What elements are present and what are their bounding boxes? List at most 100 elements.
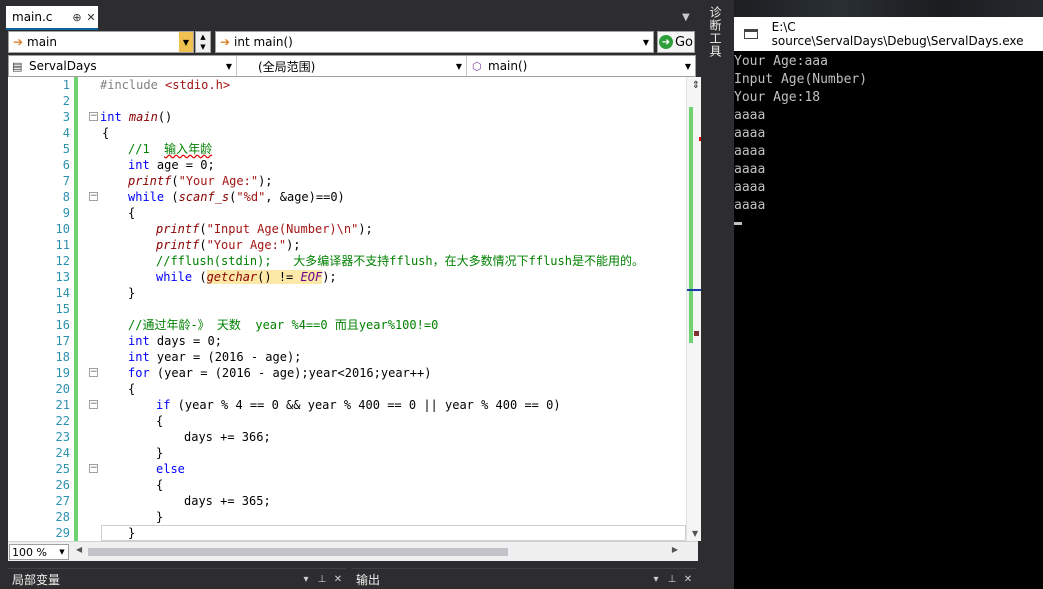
console-title: E:\C source\ServalDays\Debug\ServalDays.… bbox=[771, 20, 1024, 48]
keyword: int bbox=[100, 110, 122, 124]
tab-overflow-icon[interactable]: ▼ bbox=[682, 12, 690, 23]
project-dropdown[interactable]: ▤ ServalDays ▼ bbox=[9, 56, 237, 76]
panel-menu-icon[interactable]: ▾ bbox=[298, 574, 314, 585]
line-number: 13 bbox=[55, 270, 70, 284]
code-line-16: //通过年龄-》 天数 year %4==0 而且year%100!=0 bbox=[128, 318, 439, 332]
code-text: ( bbox=[199, 238, 207, 252]
code-editor[interactable]: 1 2 3 4 5 6 7 8 9 10 11 12 13 14 15 16 17 18 19 20 21 22 23 24 2… bbox=[8, 77, 705, 541]
line-number: 17 bbox=[55, 334, 70, 348]
line-number: 27 bbox=[55, 494, 70, 508]
change-indicator bbox=[74, 77, 78, 541]
code-line-19: for (year = (2016 - age);year<2016;year+… bbox=[128, 365, 431, 381]
line-number: 14 bbox=[55, 286, 70, 300]
spin-control[interactable]: ▲ ▼ bbox=[195, 31, 211, 53]
code-line-25: else bbox=[156, 462, 185, 476]
console-output[interactable]: Your Age:aaa Input Age(Number) Your Age:18… bbox=[734, 53, 1043, 225]
console-line: aaaa bbox=[734, 108, 766, 123]
go-arrow-icon: ➜ bbox=[658, 35, 673, 49]
code-text: ( bbox=[171, 174, 179, 188]
chevron-down-icon[interactable]: ▼ bbox=[56, 548, 68, 556]
code-text: (year % 4 == 0 && year % 400 == 0 || yea… bbox=[170, 398, 561, 412]
include-directive: #include bbox=[100, 78, 166, 92]
console-window[interactable]: E:\C source\ServalDays\Debug\ServalDays.… bbox=[734, 17, 1043, 589]
console-line: aaaa bbox=[734, 198, 766, 213]
scroll-down-icon[interactable]: ▼ bbox=[692, 529, 698, 538]
chevron-down-icon[interactable]: ▼ bbox=[639, 32, 653, 52]
breakpoint-marker[interactable] bbox=[694, 331, 699, 336]
locals-panel-header[interactable]: 局部变量 ▾ ⊥ ✕ bbox=[8, 568, 346, 589]
document-tab-strip: main.c ⊕ ✕ ▼ bbox=[0, 0, 700, 30]
go-button[interactable]: ➜ Go bbox=[657, 31, 695, 53]
line-number: 16 bbox=[55, 318, 70, 332]
code-text: ( bbox=[199, 222, 207, 236]
close-icon[interactable]: ✕ bbox=[680, 574, 696, 585]
pin-icon[interactable]: ⊥ bbox=[314, 574, 330, 585]
code-text: ); bbox=[286, 238, 301, 252]
comment: //1 bbox=[128, 142, 165, 156]
close-icon[interactable]: ✕ bbox=[330, 574, 346, 585]
desktop-background bbox=[734, 0, 1043, 17]
chevron-down-icon[interactable]: ▼ bbox=[179, 32, 193, 52]
line-number: 22 bbox=[55, 414, 70, 428]
console-line: aaaa bbox=[734, 180, 766, 195]
string-literal: "Input Age(Number)\n" bbox=[206, 222, 359, 236]
keyword: while bbox=[156, 270, 193, 284]
method-icon: ⬡ bbox=[472, 59, 482, 73]
line-number: 9 bbox=[62, 206, 70, 220]
spin-down-icon[interactable]: ▼ bbox=[200, 43, 205, 51]
console-line: Your Age:18 bbox=[734, 90, 821, 105]
console-line: Input Age(Number) bbox=[734, 72, 868, 87]
code-line-26: { bbox=[156, 478, 164, 492]
code-text[interactable]: #include <stdio.h> int main() { //1 输入年龄… bbox=[88, 77, 686, 541]
keyword: int bbox=[128, 334, 150, 348]
output-panel-header[interactable]: 输出 ▾ ⊥ ✕ bbox=[352, 568, 696, 589]
code-text: , &age)==0) bbox=[265, 190, 345, 204]
close-icon[interactable]: ✕ bbox=[84, 11, 98, 24]
chevron-down-icon[interactable]: ▼ bbox=[681, 62, 695, 71]
pin-icon[interactable]: ⊕ bbox=[70, 11, 84, 24]
diagnostic-tools-side-tab[interactable]: 诊断工具 bbox=[701, 0, 733, 589]
tab-main-c[interactable]: main.c ⊕ ✕ bbox=[6, 6, 98, 30]
code-line-5: //1 输入年龄 bbox=[128, 141, 212, 157]
member-dropdown[interactable]: ⬡ main() ▼ bbox=[468, 56, 695, 76]
function-combo[interactable]: ➔ int main() ▼ bbox=[215, 31, 654, 53]
function-name: getchar bbox=[206, 270, 258, 284]
line-number: 11 bbox=[55, 238, 70, 252]
code-line-17: int days = 0; bbox=[128, 333, 222, 349]
scroll-left-icon[interactable]: ◀ bbox=[76, 545, 82, 554]
string-literal: "%d" bbox=[236, 190, 266, 204]
line-number: 3 bbox=[62, 110, 70, 124]
line-number: 6 bbox=[62, 158, 70, 172]
line-number: 2 bbox=[62, 94, 70, 108]
line-number: 19 bbox=[55, 366, 70, 380]
pin-icon[interactable]: ⊥ bbox=[664, 574, 680, 585]
line-number: 15 bbox=[55, 302, 70, 316]
code-line-21: if (year % 4 == 0 && year % 400 == 0 || … bbox=[156, 397, 561, 413]
scope-dropdown[interactable]: (全局范围) ▼ bbox=[238, 56, 467, 76]
member-label: main() bbox=[488, 59, 528, 73]
panel-menu-icon[interactable]: ▾ bbox=[648, 574, 664, 585]
line-number: 7 bbox=[62, 174, 70, 188]
spin-up-icon[interactable]: ▲ bbox=[200, 33, 205, 41]
horizontal-scrollbar[interactable]: ◀ ▶ bbox=[74, 545, 680, 558]
arrow-right-icon: ➔ bbox=[219, 35, 231, 49]
function-name: printf bbox=[128, 174, 172, 188]
keyword: for bbox=[128, 366, 150, 380]
line-number: 5 bbox=[62, 142, 70, 156]
line-number: 23 bbox=[55, 430, 70, 444]
chevron-down-icon[interactable]: ▼ bbox=[452, 62, 466, 71]
code-text: days = 0; bbox=[149, 334, 222, 348]
scope-combo[interactable]: ➔ main ▼ bbox=[8, 31, 194, 53]
scroll-right-icon[interactable]: ▶ bbox=[672, 545, 678, 554]
zoom-dropdown[interactable]: 100 % ▼ bbox=[9, 544, 69, 560]
horizontal-scroll-thumb[interactable] bbox=[88, 548, 508, 556]
diagnostic-tools-label: 诊断工具 bbox=[708, 6, 722, 58]
console-title-bar[interactable]: E:\C source\ServalDays\Debug\ServalDays.… bbox=[734, 17, 1043, 51]
code-text: () != bbox=[257, 270, 301, 284]
code-line-6: int age = 0; bbox=[128, 157, 215, 173]
chevron-down-icon[interactable]: ▼ bbox=[222, 62, 236, 71]
tab-label: main.c bbox=[12, 10, 53, 24]
function-name: scanf_s bbox=[178, 190, 230, 204]
line-number: 12 bbox=[55, 254, 70, 268]
zoom-level: 100 % bbox=[12, 545, 47, 559]
